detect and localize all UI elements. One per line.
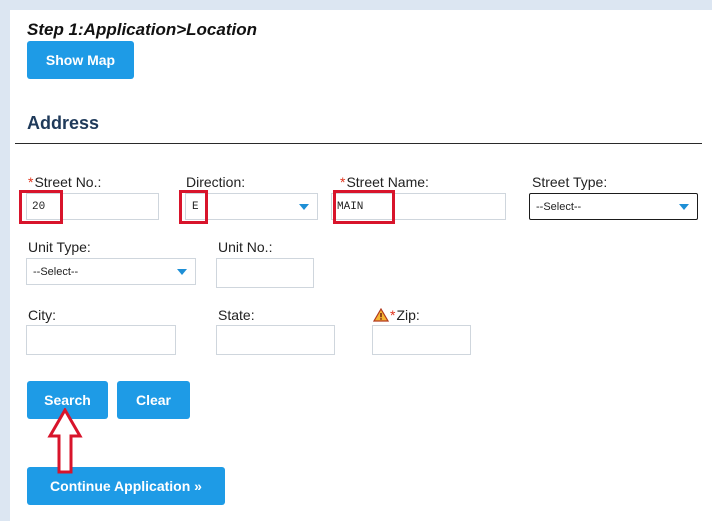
step-title: Step 1:Application>Location (27, 20, 257, 39)
direction-label: Direction: (186, 174, 246, 190)
street-name-label-text: Street Name: (346, 174, 429, 190)
section-divider (15, 143, 702, 144)
required-marker: * (390, 307, 396, 323)
street-no-label: *Street No.: (28, 174, 101, 190)
unit-no-label: Unit No.: (218, 239, 273, 255)
city-label: City: (28, 307, 56, 323)
street-no-label-text: Street No.: (34, 174, 102, 190)
street-name-label: *Street Name: (340, 174, 429, 190)
direction-highlight (179, 190, 208, 224)
state-field[interactable] (216, 325, 335, 355)
street-type-label: Street Type: (532, 174, 608, 190)
address-section-title: Address (27, 113, 100, 133)
unit-no-field[interactable] (216, 258, 314, 288)
show-map-button[interactable]: Show Map (27, 41, 134, 79)
zip-label: * Zip: (373, 307, 420, 323)
unit-type-label: Unit Type: (28, 239, 91, 255)
street-type-select-value: --Select-- (536, 200, 582, 213)
required-marker: * (340, 174, 346, 190)
up-arrow-annotation-icon (47, 408, 83, 474)
street-no-highlight (19, 190, 63, 224)
unit-type-select[interactable]: --Select-- (26, 258, 196, 285)
state-label: State: (218, 307, 255, 323)
chevron-down-icon (177, 268, 187, 275)
street-type-select[interactable]: --Select-- (529, 193, 698, 220)
zip-label-text: Zip: (396, 307, 420, 323)
warning-triangle-icon (373, 308, 389, 322)
unit-type-select-value: --Select-- (33, 265, 79, 278)
zip-field[interactable] (372, 325, 471, 355)
street-name-highlight (333, 190, 395, 224)
city-field[interactable] (26, 325, 176, 355)
clear-button[interactable]: Clear (117, 381, 190, 419)
chevron-down-icon (679, 203, 689, 210)
chevron-down-icon (299, 203, 309, 210)
required-marker: * (28, 174, 34, 190)
